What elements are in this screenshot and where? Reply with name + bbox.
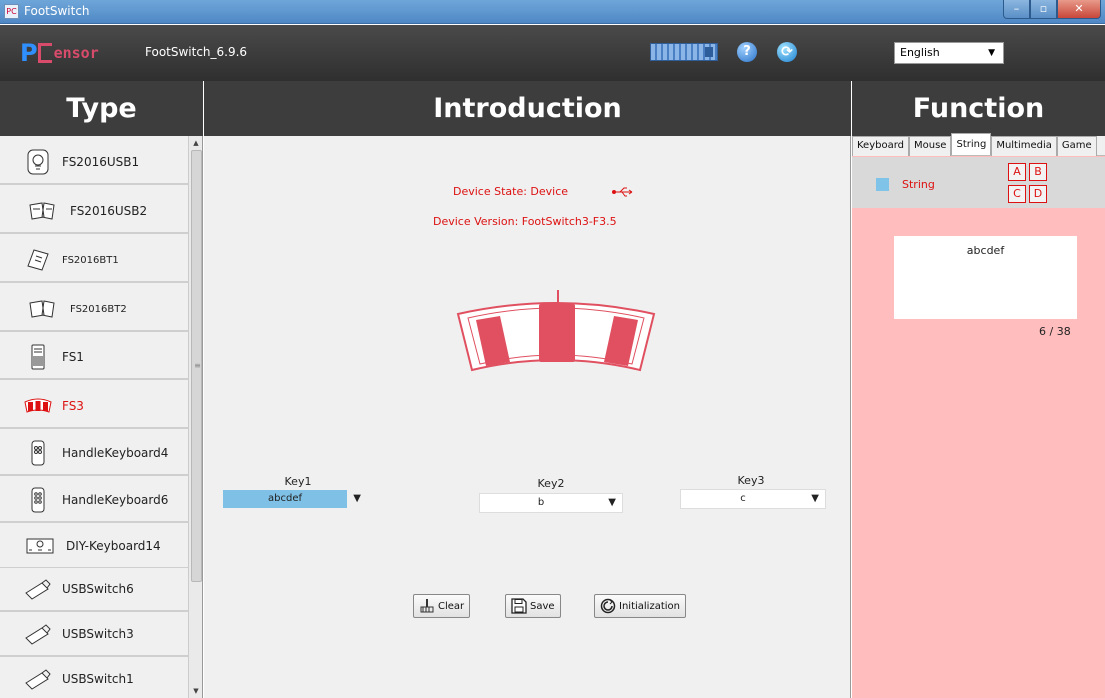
minimize-button[interactable]: – [1003,0,1030,19]
usb-switch-icon [25,624,51,645]
save-button[interactable]: Save [505,594,561,618]
device-state: Device State: Device [453,185,569,198]
type-item-label: FS1 [62,350,84,364]
scroll-thumb[interactable]: ≡ [191,150,202,582]
scroll-up-icon[interactable]: ▲ [189,136,202,150]
function-tabs: Keyboard Mouse String Multimedia Game [852,133,1105,156]
floppy-disk-icon [511,598,527,614]
bt-pedal-icon [27,249,49,271]
type-item-fs2016bt1[interactable]: FS2016BT1 [0,239,188,283]
double-pedal-icon [29,202,55,220]
tab-string[interactable]: String [951,133,992,155]
slot-c-button[interactable]: C [1008,185,1026,203]
type-item-fs2016usb1[interactable]: FS2016USB1 [0,141,188,185]
key3-select[interactable]: c ▼ [680,489,826,509]
handle6-icon [31,487,45,513]
close-button[interactable]: ✕ [1057,0,1101,19]
type-item-diy-keyboard14[interactable]: DIY-Keyboard14 [0,525,188,569]
function-header: Function [852,81,1105,136]
type-item-fs2016usb2[interactable]: FS2016USB2 [0,190,188,234]
maximize-button[interactable]: ▫ [1030,0,1057,19]
language-select[interactable]: English ▼ [894,42,1004,64]
tab-keyboard[interactable]: Keyboard [852,136,910,156]
tab-multimedia[interactable]: Multimedia [991,136,1057,156]
bulb-pedal-icon [27,149,49,175]
usb-icon [612,187,633,197]
initialization-button[interactable]: Initialization [594,594,686,618]
string-input[interactable]: abcdef [894,236,1077,319]
tab-mouse[interactable]: Mouse [909,136,952,156]
app-version: FootSwitch_6.9.6 [145,45,248,59]
type-item-fs3[interactable]: FS3 [0,385,188,429]
refresh-icon[interactable]: ⟳ [777,42,797,62]
triple-pedal-icon [24,398,52,413]
type-item-label: USBSwitch1 [62,672,134,686]
single-key-icon [31,344,45,370]
type-item-label: HandleKeyboard6 [62,493,169,507]
type-item-label: FS3 [62,399,84,413]
slot-b-button[interactable]: B [1029,163,1047,181]
diy-keyboard-icon [26,538,54,554]
type-header: Type [0,81,203,136]
device-type-list: FS2016USB1 FS2016USB2 FS2016BT1 FS2016BT… [0,136,203,698]
type-item-fs2016bt2[interactable]: FS2016BT2 [0,288,188,332]
string-option-label: String [902,178,935,191]
key3-label: Key3 [737,474,765,487]
introduction-header: Introduction [204,81,851,136]
device-version: Device Version: FootSwitch3-F3.5 [433,215,617,228]
type-item-handlekeyboard6[interactable]: HandleKeyboard6 [0,479,188,523]
clear-button[interactable]: Clear [413,594,471,618]
broom-icon [420,599,434,613]
type-item-label: FS2016USB1 [62,155,140,169]
usb-switch-icon [25,669,51,690]
type-item-label: DIY-Keyboard14 [66,539,161,553]
type-item-usbswitch6[interactable]: USBSwitch6 [0,568,188,612]
app-header: P ensor FootSwitch_6.9.6 ? ⟳ English ▼ [0,25,1105,81]
app-icon: PC [4,4,19,19]
scroll-down-icon[interactable]: ▼ [189,684,202,698]
type-item-label: FS2016BT1 [62,254,119,266]
type-item-usbswitch3[interactable]: USBSwitch3 [0,613,188,657]
key1-label: Key1 [284,475,312,488]
key2-select[interactable]: b ▼ [479,493,623,513]
string-options-bar: String A B C D [852,157,1105,208]
type-item-label: USBSwitch3 [62,627,134,641]
keyboard-icon[interactable] [650,43,718,61]
chevron-down-icon: ▼ [988,48,995,58]
bt-double-pedal-icon [29,300,55,318]
type-list-scrollbar[interactable]: ▲ ≡ ▼ [188,136,202,698]
type-item-handlekeyboard4[interactable]: HandleKeyboard4 [0,432,188,476]
key2-label: Key2 [537,477,565,490]
help-icon[interactable]: ? [737,42,757,62]
type-item-label: FS2016BT2 [70,303,127,315]
function-panel: Keyboard Mouse String Multimedia Game St… [852,133,1105,698]
type-item-label: USBSwitch6 [62,582,134,596]
string-checkbox[interactable] [876,178,889,191]
character-counter: 6 / 38 [1039,325,1071,338]
window-titlebar: PC FootSwitch – ▫ ✕ [0,0,1105,24]
type-item-label: FS2016USB2 [70,204,148,218]
type-item-label: HandleKeyboard4 [62,446,169,460]
handle4-icon [31,440,45,466]
slot-d-button[interactable]: D [1029,185,1047,203]
type-item-usbswitch1[interactable]: USBSwitch1 [0,658,188,698]
reset-icon [600,598,616,614]
slot-a-button[interactable]: A [1008,163,1026,181]
pcsensor-logo: P ensor [20,39,99,67]
tab-game[interactable]: Game [1056,136,1097,156]
introduction-panel: Device State: Device Device Version: Foo… [204,136,851,698]
footswitch-pedal-image [456,290,656,372]
chevron-down-icon: ▼ [608,497,616,508]
usb-switch-icon [25,579,51,600]
window-controls: – ▫ ✕ [1003,0,1101,20]
type-item-fs1[interactable]: FS1 [0,336,188,380]
chevron-down-icon: ▼ [353,493,361,504]
window-title: FootSwitch [24,4,90,18]
chevron-down-icon: ▼ [811,493,819,504]
key1-select[interactable]: abcdef ▼ [223,490,367,510]
